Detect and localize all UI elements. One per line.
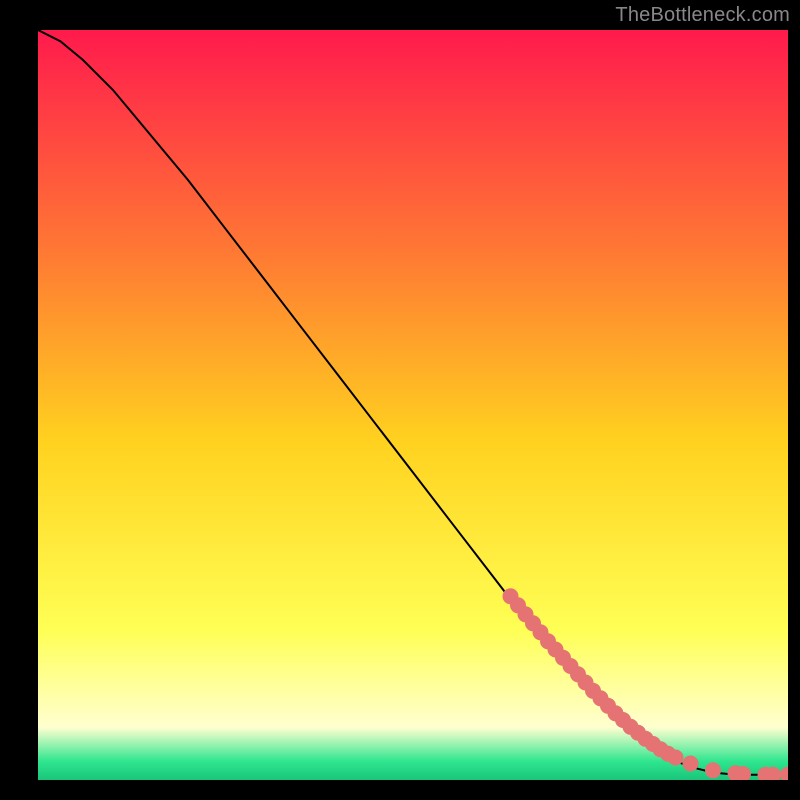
data-point bbox=[705, 762, 721, 778]
attribution-label: TheBottleneck.com bbox=[615, 4, 790, 27]
data-point bbox=[668, 750, 684, 766]
data-point bbox=[683, 756, 699, 772]
chart-plot bbox=[38, 30, 788, 780]
chart-canvas: TheBottleneck.com bbox=[0, 0, 800, 800]
plot-background bbox=[38, 30, 788, 780]
